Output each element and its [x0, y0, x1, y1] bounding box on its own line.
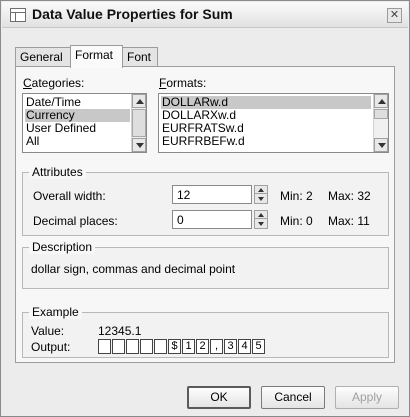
attributes-group: Attributes Overall width: 12 Min: 2 Max:…: [22, 165, 389, 236]
description-title: Description: [29, 240, 96, 254]
categories-listbox[interactable]: Date/Time Currency User Defined All: [22, 93, 147, 153]
decrement-icon[interactable]: [255, 195, 267, 203]
window-icon: [10, 8, 26, 22]
category-item[interactable]: All: [25, 135, 130, 148]
example-title: Example: [29, 305, 82, 319]
window-title: Data Value Properties for Sum: [32, 6, 233, 22]
formats-label-text: ormats:: [166, 76, 207, 90]
format-item[interactable]: EURFRBEFw.d: [161, 135, 371, 148]
overall-width-max: Max: 32: [328, 189, 371, 203]
formats-label: Formats:: [159, 76, 207, 90]
attributes-title: Attributes: [29, 165, 86, 179]
category-item[interactable]: User Defined: [25, 122, 130, 135]
formats-scrollbar[interactable]: [373, 94, 388, 152]
description-group: Description dollar sign, commas and deci…: [22, 240, 389, 289]
cancel-button[interactable]: Cancel: [261, 386, 325, 409]
output-char-cell: 1: [182, 339, 195, 354]
example-group: Example Value: 12345.1 Output: $1 2, 3 4 5: [22, 305, 389, 358]
decimal-places-label: Decimal places:: [33, 214, 118, 228]
output-char-cell: [112, 339, 125, 354]
categories-label: Categories:: [23, 76, 85, 90]
categories-label-text: ategories:: [31, 76, 85, 90]
decrement-icon[interactable]: [255, 220, 267, 228]
format-tab-panel: Categories: Date/Time Currency User Defi…: [15, 66, 395, 363]
example-value-label: Value:: [31, 324, 65, 338]
example-value: 12345.1: [98, 324, 142, 338]
example-output-cells: $1 2, 3 4 5: [98, 339, 298, 354]
close-icon[interactable]: ✕: [387, 8, 402, 23]
tab-font[interactable]: Font: [122, 47, 158, 67]
scroll-up-button[interactable]: [374, 94, 388, 108]
scroll-thumb[interactable]: [132, 109, 146, 137]
title-bar[interactable]: Data Value Properties for Sum ✕: [2, 2, 408, 28]
output-char-cell: 4: [238, 339, 251, 354]
tab-general[interactable]: General: [15, 47, 71, 67]
decimal-places-input[interactable]: 0: [172, 210, 252, 229]
formats-listbox[interactable]: DOLLARw.d DOLLARXw.d EURFRATSw.d EURFRBE…: [158, 93, 389, 153]
ok-button[interactable]: OK: [187, 386, 251, 409]
scroll-thumb[interactable]: [374, 109, 388, 119]
increment-icon[interactable]: [255, 186, 267, 194]
dialog-window: Data Value Properties for Sum ✕ General …: [0, 0, 410, 417]
tab-format[interactable]: Format: [70, 45, 123, 68]
decimal-places-max: Max: 11: [328, 214, 370, 228]
categories-scrollbar[interactable]: [131, 94, 146, 152]
chevron-up-icon: [136, 99, 144, 104]
decimal-places-min: Min: 0: [280, 214, 313, 228]
output-char-cell: ,: [210, 339, 223, 354]
scroll-down-button[interactable]: [374, 138, 388, 152]
scroll-down-button[interactable]: [132, 138, 146, 152]
output-char-cell: $: [168, 339, 181, 354]
decimal-places-stepper[interactable]: [254, 210, 268, 229]
chevron-down-icon: [378, 143, 386, 148]
output-char-cell: 5: [252, 339, 265, 354]
description-text: dollar sign, commas and decimal point: [31, 262, 236, 276]
output-char-cell: [98, 339, 111, 354]
overall-width-input[interactable]: 12: [172, 185, 252, 204]
scroll-up-button[interactable]: [132, 94, 146, 108]
example-output-label: Output:: [31, 340, 71, 354]
chevron-down-icon: [136, 143, 144, 148]
overall-width-min: Min: 2: [280, 189, 313, 203]
output-char-cell: 3: [224, 339, 237, 354]
apply-button[interactable]: Apply: [335, 386, 399, 409]
output-char-cell: [154, 339, 167, 354]
output-char-cell: [126, 339, 139, 354]
overall-width-stepper[interactable]: [254, 185, 268, 204]
increment-icon[interactable]: [255, 211, 267, 219]
overall-width-label: Overall width:: [33, 189, 106, 203]
chevron-up-icon: [378, 99, 386, 104]
output-char-cell: [140, 339, 153, 354]
output-char-cell: 2: [196, 339, 209, 354]
